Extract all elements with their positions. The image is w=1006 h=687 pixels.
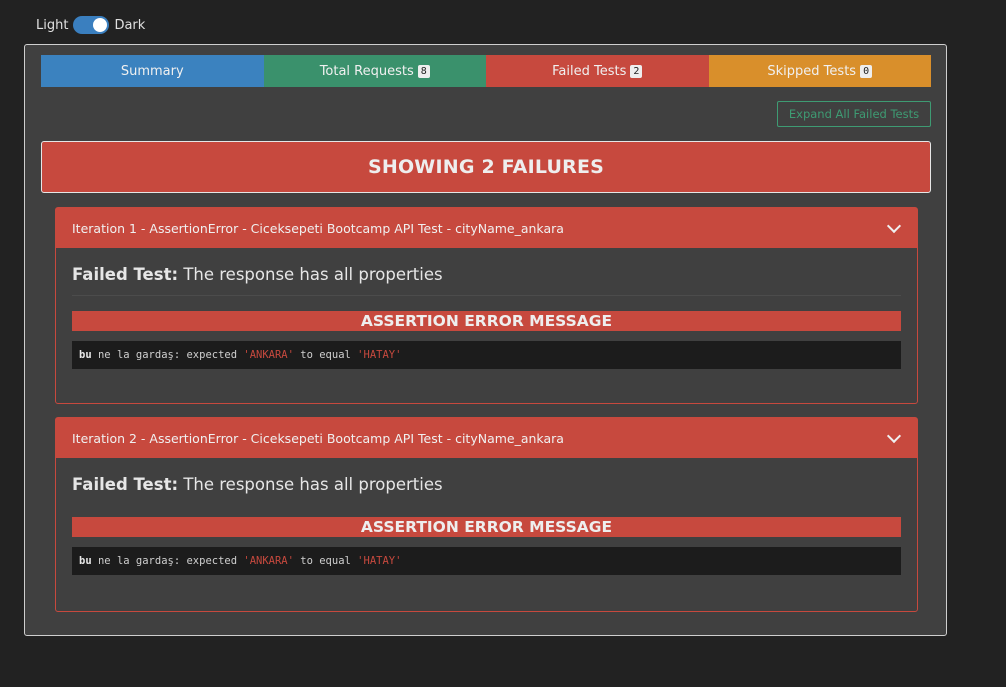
dark-label: Dark: [114, 17, 146, 33]
tab-failed-tests-label: Failed Tests: [552, 63, 627, 79]
message-actual: 'ANKARA': [243, 555, 294, 567]
failure-header[interactable]: Iteration 2 - AssertionError - Ciceksepe…: [56, 418, 917, 458]
message-prefix-bold: bu: [79, 349, 92, 361]
tab-skipped-tests-label: Skipped Tests: [767, 63, 857, 79]
failure-header-title: Iteration 1 - AssertionError - Ciceksepe…: [72, 220, 564, 236]
tab-total-requests[interactable]: Total Requests 8: [263, 55, 486, 87]
chevron-down-icon[interactable]: [886, 428, 902, 443]
failed-test-label: Failed Test:: [72, 265, 179, 284]
tab-failed-tests[interactable]: Failed Tests 2: [486, 55, 709, 87]
assertion-error-message: bu ne la gardaş: expected 'ANKARA' to eq…: [72, 547, 901, 575]
failure-body: Failed Test: The response has all proper…: [56, 458, 917, 575]
failure-body: Failed Test: The response has all proper…: [56, 248, 917, 369]
assertion-error-title: ASSERTION ERROR MESSAGE: [72, 311, 901, 331]
report-card: Summary Total Requests 8 Failed Tests 2 …: [24, 44, 947, 636]
light-label: Light: [36, 17, 69, 33]
failed-test-line: Failed Test: The response has all proper…: [72, 265, 901, 296]
message-prefix-bold: bu: [79, 555, 92, 567]
theme-toggle: Light Dark: [36, 16, 145, 34]
failures-banner: SHOWING 2 FAILURES: [41, 141, 931, 193]
skipped-tests-badge: 0: [860, 64, 873, 78]
failure-panel-2: Iteration 2 - AssertionError - Ciceksepe…: [55, 417, 918, 612]
message-prefix: ne la gardaş: expected: [91, 349, 244, 361]
tab-summary-label: Summary: [120, 63, 184, 79]
tab-skipped-tests[interactable]: Skipped Tests 0: [708, 55, 931, 87]
chevron-down-icon[interactable]: [886, 218, 902, 233]
theme-switch[interactable]: [73, 16, 110, 34]
expand-all-failed-tests-button[interactable]: Expand All Failed Tests: [777, 101, 931, 127]
failure-panel-1: Iteration 1 - AssertionError - Ciceksepe…: [55, 207, 918, 404]
message-middle: to equal: [293, 349, 358, 361]
failed-test-label: Failed Test:: [72, 475, 179, 494]
assertion-error-message: bu ne la gardaş: expected 'ANKARA' to eq…: [72, 341, 901, 369]
message-middle: to equal: [293, 555, 358, 567]
failure-header[interactable]: Iteration 1 - AssertionError - Ciceksepe…: [56, 208, 917, 248]
failed-tests-badge: 2: [630, 64, 643, 78]
failure-header-title: Iteration 2 - AssertionError - Ciceksepe…: [72, 430, 564, 446]
message-prefix: ne la gardaş: expected: [91, 555, 244, 567]
failed-test-line: Failed Test: The response has all proper…: [72, 475, 901, 502]
assertion-error-title: ASSERTION ERROR MESSAGE: [72, 517, 901, 537]
message-expected: 'HATAY': [357, 349, 402, 361]
tab-total-requests-label: Total Requests: [319, 63, 414, 79]
report-tabs: Summary Total Requests 8 Failed Tests 2 …: [41, 55, 931, 87]
failed-test-name: The response has all properties: [183, 475, 443, 494]
failed-test-name: The response has all properties: [183, 265, 443, 284]
total-requests-badge: 8: [417, 64, 430, 78]
switch-knob: [93, 18, 108, 32]
message-actual: 'ANKARA': [243, 349, 294, 361]
message-expected: 'HATAY': [357, 555, 402, 567]
tab-summary[interactable]: Summary: [41, 55, 264, 87]
